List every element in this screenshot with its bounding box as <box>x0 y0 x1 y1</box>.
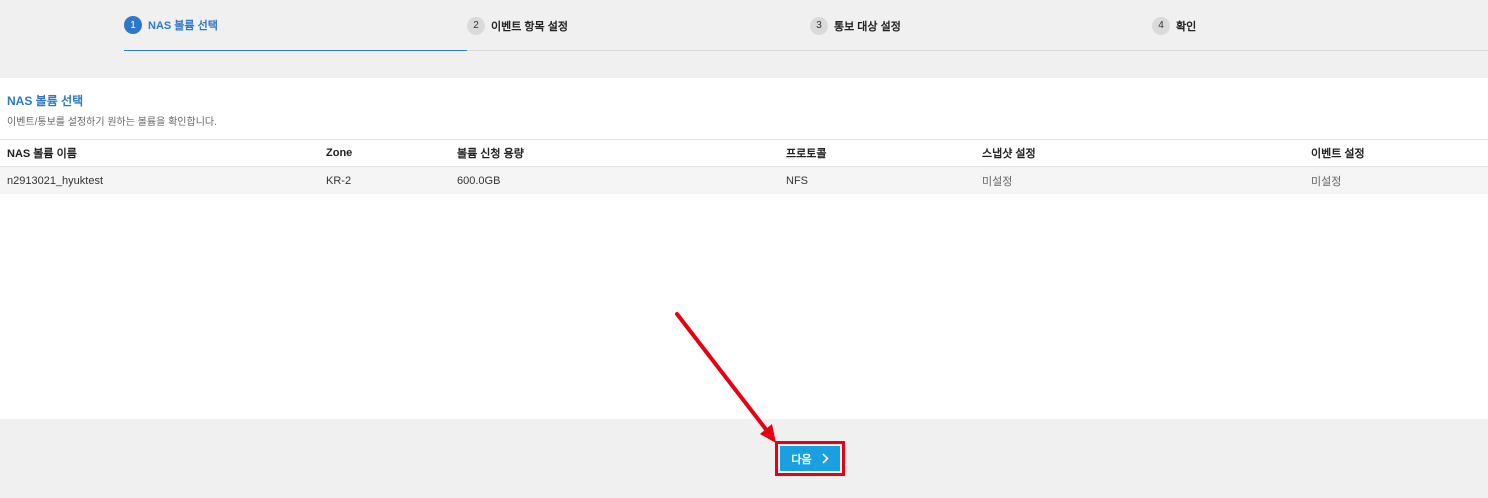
next-button-label: 다음 <box>791 453 812 466</box>
panel-title: NAS 볼륨 선택 <box>7 94 84 108</box>
step-confirm[interactable]: 4 확인 <box>1152 0 1196 51</box>
header-capacity[interactable]: 볼륨 신청 용량 <box>457 140 524 166</box>
step-label: 확인 <box>1176 20 1197 33</box>
cell-snapshot: 미설정 <box>982 175 1013 188</box>
panel-description: 이벤트/통보를 설정하기 원하는 볼륨을 확인합니다. <box>7 117 217 128</box>
cell-volume-name: n2913021_hyuktest <box>7 174 104 187</box>
cell-protocol: NFS <box>786 174 808 187</box>
cell-capacity: 600.0GB <box>457 174 501 187</box>
step-nas-volume-select[interactable]: 1 NAS 볼륨 선택 <box>124 0 467 51</box>
next-button-highlight: 다음 <box>775 441 845 476</box>
cell-event-setting: 미설정 <box>1311 175 1342 188</box>
step-number: 3 <box>810 16 828 35</box>
chevron-right-icon <box>822 453 829 464</box>
volume-table: NAS 볼륨 이름 Zone 볼륨 신청 용량 프로토콜 스냅샷 설정 이벤트 … <box>0 139 1488 194</box>
stepper: 1 NAS 볼륨 선택 2 이벤트 항목 설정 3 통보 대상 설정 4 확인 <box>0 0 1488 51</box>
step-label: 통보 대상 설정 <box>834 20 901 33</box>
table-header: NAS 볼륨 이름 Zone 볼륨 신청 용량 프로토콜 스냅샷 설정 이벤트 … <box>0 139 1488 167</box>
table-row[interactable]: n2913021_hyuktest KR-2 600.0GB NFS 미설정 미… <box>0 167 1488 194</box>
content-panel: NAS 볼륨 선택 이벤트/통보를 설정하기 원하는 볼륨을 확인합니다. NA… <box>0 78 1488 419</box>
step-notification-target[interactable]: 3 통보 대상 설정 <box>810 0 901 51</box>
header-volume-name[interactable]: NAS 볼륨 이름 <box>7 140 77 166</box>
step-number: 1 <box>124 16 142 34</box>
step-label: NAS 볼륨 선택 <box>148 20 218 32</box>
header-snapshot[interactable]: 스냅샷 설정 <box>982 140 1036 166</box>
header-protocol[interactable]: 프로토콜 <box>786 140 826 166</box>
step-number: 2 <box>467 16 485 35</box>
step-label: 이벤트 항목 설정 <box>491 20 568 33</box>
header-event-setting[interactable]: 이벤트 설정 <box>1311 140 1365 166</box>
step-event-settings[interactable]: 2 이벤트 항목 설정 <box>467 0 568 51</box>
cell-zone: KR-2 <box>326 174 352 187</box>
header-zone[interactable]: Zone <box>326 140 352 166</box>
step-number: 4 <box>1152 16 1170 35</box>
next-button[interactable]: 다음 <box>780 446 840 471</box>
